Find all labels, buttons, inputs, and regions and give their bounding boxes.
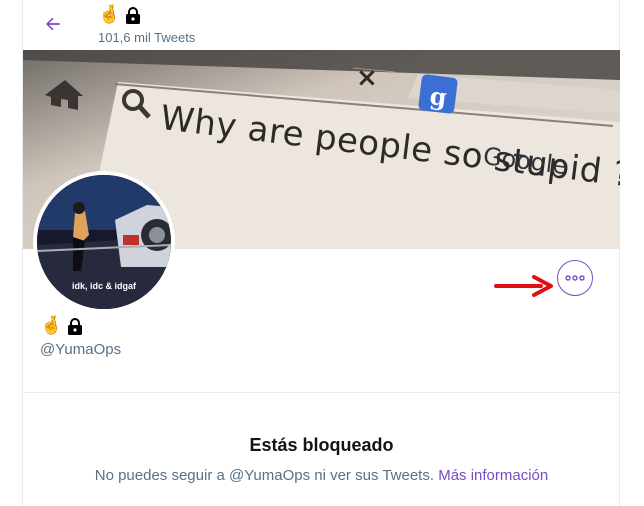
blocked-title: Estás bloqueado — [249, 435, 394, 455]
crossed-fingers-emoji: 🤞 — [98, 4, 121, 25]
lock-icon — [66, 317, 84, 336]
more-options-icon — [565, 275, 585, 281]
blocked-message-text: No puedes seguir a @YumaOps ni ver sus T… — [94, 467, 435, 484]
google-favicon: g — [428, 81, 449, 112]
profile-handle: @YumaOps — [40, 341, 122, 358]
tweet-count: 101,6 mil Tweets — [98, 30, 196, 45]
blocked-message: No puedes seguir a @YumaOps ni ver sus T… — [23, 467, 620, 484]
back-button[interactable] — [36, 7, 70, 41]
divider — [23, 392, 620, 393]
more-options-button[interactable] — [557, 260, 593, 296]
tab-close-icon: × — [356, 63, 378, 93]
avatar-caption: idk, idc & idgaf — [71, 281, 136, 291]
header-name: 🤞 — [98, 5, 142, 25]
crossed-fingers-emoji: 🤞 — [40, 315, 63, 336]
back-arrow-icon — [46, 17, 60, 31]
avatar[interactable]: idk, idc & idgaf — [33, 171, 175, 313]
learn-more-link[interactable]: Más información — [438, 467, 548, 484]
red-arrow-annotation — [494, 275, 553, 297]
lock-icon — [124, 6, 142, 25]
profile-name: 🤞 — [40, 316, 84, 336]
